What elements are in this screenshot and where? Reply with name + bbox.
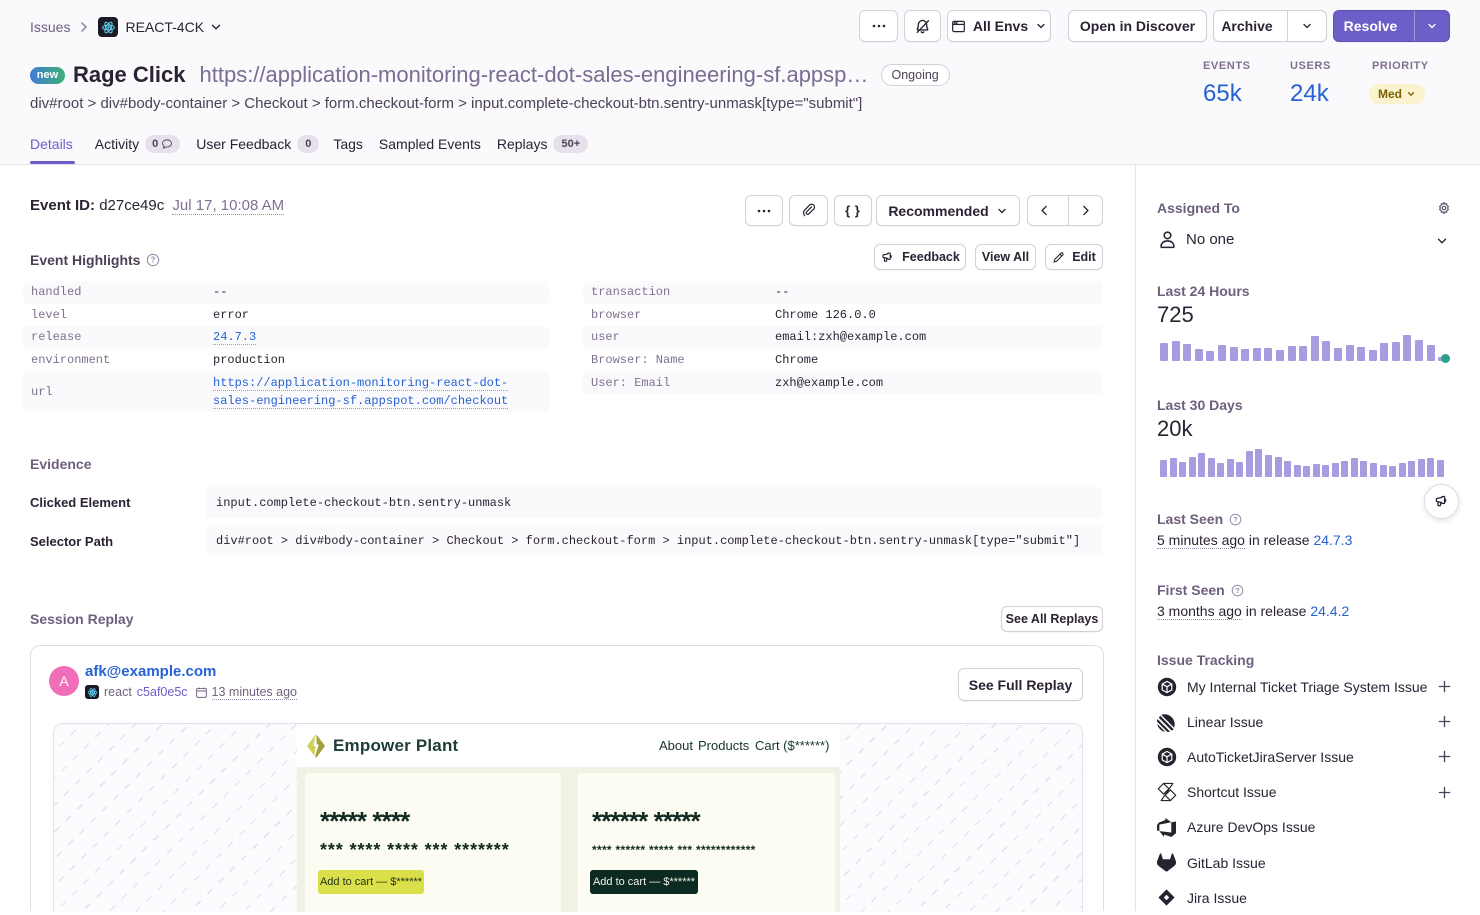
svg-text:?: ? — [1233, 514, 1238, 523]
svg-text:?: ? — [1235, 585, 1240, 594]
svg-text:?: ? — [151, 256, 156, 265]
